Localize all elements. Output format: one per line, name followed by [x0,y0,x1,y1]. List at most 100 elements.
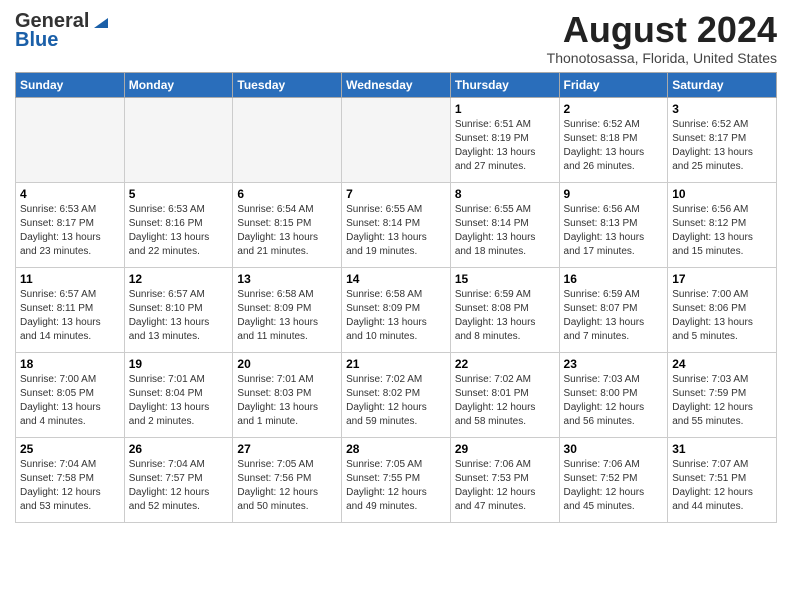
day-info: Sunrise: 7:05 AM Sunset: 7:56 PM Dayligh… [237,458,337,514]
day-number: 10 [672,187,772,201]
calendar-cell: 23 Sunrise: 7:03 AM Sunset: 8:00 PM Dayli… [559,352,668,437]
calendar-cell: 10 Sunrise: 6:56 AM Sunset: 8:12 PM Dayli… [668,182,777,267]
calendar-cell: 15 Sunrise: 6:59 AM Sunset: 8:08 PM Dayli… [450,267,559,352]
day-number: 4 [20,187,120,201]
weekday-header-sunday: Sunday [16,72,125,97]
calendar-cell: 2 Sunrise: 6:52 AM Sunset: 8:18 PM Daylig… [559,97,668,182]
calendar-cell: 11 Sunrise: 6:57 AM Sunset: 8:11 PM Dayli… [16,267,125,352]
day-info: Sunrise: 6:55 AM Sunset: 8:14 PM Dayligh… [346,203,446,259]
calendar-cell: 19Sunrise: 7:01 AM Sunset: 8:04 PM Dayli… [124,352,233,437]
calendar-cell: 29 Sunrise: 7:06 AM Sunset: 7:53 PM Dayli… [450,437,559,522]
day-info: Sunrise: 6:59 AM Sunset: 8:07 PM Dayligh… [564,288,664,344]
day-number: 28 [346,442,446,456]
calendar-cell: 31 Sunrise: 7:07 AM Sunset: 7:51 PM Dayli… [668,437,777,522]
day-info: Sunrise: 6:52 AM Sunset: 8:17 PM Dayligh… [672,118,772,174]
day-number: 26 [129,442,229,456]
day-info: Sunrise: 7:00 AM Sunset: 8:06 PM Dayligh… [672,288,772,344]
day-info: Sunrise: 6:57 AM Sunset: 8:10 PM Dayligh… [129,288,229,344]
day-number: 8 [455,187,555,201]
calendar-cell: 17 Sunrise: 7:00 AM Sunset: 8:06 PM Dayli… [668,267,777,352]
day-info: Sunrise: 6:57 AM Sunset: 8:11 PM Dayligh… [20,288,120,344]
location: Thonotosassa, Florida, United States [547,50,777,66]
weekday-header-monday: Monday [124,72,233,97]
calendar-cell [16,97,125,182]
day-number: 20 [237,357,337,371]
day-info: Sunrise: 7:06 AM Sunset: 7:53 PM Dayligh… [455,458,555,514]
day-number: 24 [672,357,772,371]
calendar-cell: 16 Sunrise: 6:59 AM Sunset: 8:07 PM Dayli… [559,267,668,352]
day-info: Sunrise: 7:01 AM Sunset: 8:03 PM Dayligh… [237,373,337,429]
calendar-cell: 6Sunrise: 6:54 AM Sunset: 8:15 PM Daylig… [233,182,342,267]
day-info: Sunrise: 7:06 AM Sunset: 7:52 PM Dayligh… [564,458,664,514]
week-row-2: 4 Sunrise: 6:53 AM Sunset: 8:17 PM Daylig… [16,182,777,267]
day-number: 15 [455,272,555,286]
day-number: 13 [237,272,337,286]
day-info: Sunrise: 6:55 AM Sunset: 8:14 PM Dayligh… [455,203,555,259]
day-number: 1 [455,102,555,116]
month-year: August 2024 [547,10,777,50]
day-info: Sunrise: 6:58 AM Sunset: 8:09 PM Dayligh… [346,288,446,344]
day-number: 25 [20,442,120,456]
calendar-cell: 4 Sunrise: 6:53 AM Sunset: 8:17 PM Daylig… [16,182,125,267]
day-info: Sunrise: 6:56 AM Sunset: 8:12 PM Dayligh… [672,203,772,259]
day-info: Sunrise: 7:03 AM Sunset: 7:59 PM Dayligh… [672,373,772,429]
calendar-cell: 3 Sunrise: 6:52 AM Sunset: 8:17 PM Daylig… [668,97,777,182]
week-row-3: 11 Sunrise: 6:57 AM Sunset: 8:11 PM Dayli… [16,267,777,352]
calendar-cell: 20 Sunrise: 7:01 AM Sunset: 8:03 PM Dayli… [233,352,342,437]
day-number: 14 [346,272,446,286]
title-block: August 2024 Thonotosassa, Florida, Unite… [547,10,777,66]
logo: General Blue [15,10,108,52]
day-number: 22 [455,357,555,371]
calendar-cell: 25 Sunrise: 7:04 AM Sunset: 7:58 PM Dayli… [16,437,125,522]
day-number: 2 [564,102,664,116]
calendar-cell: 24 Sunrise: 7:03 AM Sunset: 7:59 PM Dayli… [668,352,777,437]
day-number: 12 [129,272,229,286]
week-row-1: 1 Sunrise: 6:51 AM Sunset: 8:19 PM Daylig… [16,97,777,182]
calendar-cell: 5Sunrise: 6:53 AM Sunset: 8:16 PM Daylig… [124,182,233,267]
logo-blue-text: Blue [15,29,58,52]
day-number: 19 [129,357,229,371]
calendar-cell: 1 Sunrise: 6:51 AM Sunset: 8:19 PM Daylig… [450,97,559,182]
calendar-cell: 14 Sunrise: 6:58 AM Sunset: 8:09 PM Dayli… [342,267,451,352]
day-number: 3 [672,102,772,116]
day-number: 31 [672,442,772,456]
day-info: Sunrise: 6:59 AM Sunset: 8:08 PM Dayligh… [455,288,555,344]
calendar-cell: 27 Sunrise: 7:05 AM Sunset: 7:56 PM Dayli… [233,437,342,522]
day-number: 9 [564,187,664,201]
day-info: Sunrise: 6:54 AM Sunset: 8:15 PM Dayligh… [237,203,337,259]
weekday-header-row: SundayMondayTuesdayWednesdayThursdayFrid… [16,72,777,97]
day-number: 29 [455,442,555,456]
day-info: Sunrise: 6:52 AM Sunset: 8:18 PM Dayligh… [564,118,664,174]
day-number: 17 [672,272,772,286]
day-info: Sunrise: 7:07 AM Sunset: 7:51 PM Dayligh… [672,458,772,514]
day-number: 5 [129,187,229,201]
day-info: Sunrise: 6:53 AM Sunset: 8:17 PM Dayligh… [20,203,120,259]
day-info: Sunrise: 7:04 AM Sunset: 7:57 PM Dayligh… [129,458,229,514]
day-info: Sunrise: 7:04 AM Sunset: 7:58 PM Dayligh… [20,458,120,514]
day-number: 7 [346,187,446,201]
calendar-cell: 7 Sunrise: 6:55 AM Sunset: 8:14 PM Daylig… [342,182,451,267]
logo-icon [90,12,108,30]
day-number: 16 [564,272,664,286]
calendar-cell: 12 Sunrise: 6:57 AM Sunset: 8:10 PM Dayli… [124,267,233,352]
day-info: Sunrise: 6:56 AM Sunset: 8:13 PM Dayligh… [564,203,664,259]
weekday-header-thursday: Thursday [450,72,559,97]
day-number: 11 [20,272,120,286]
calendar-cell [233,97,342,182]
day-number: 27 [237,442,337,456]
calendar-cell [342,97,451,182]
calendar-table: SundayMondayTuesdayWednesdayThursdayFrid… [15,72,777,523]
calendar-cell: 26 Sunrise: 7:04 AM Sunset: 7:57 PM Dayli… [124,437,233,522]
calendar-cell [124,97,233,182]
calendar-cell: 28Sunrise: 7:05 AM Sunset: 7:55 PM Dayli… [342,437,451,522]
calendar-cell: 13Sunrise: 6:58 AM Sunset: 8:09 PM Dayli… [233,267,342,352]
day-number: 30 [564,442,664,456]
weekday-header-tuesday: Tuesday [233,72,342,97]
day-info: Sunrise: 7:03 AM Sunset: 8:00 PM Dayligh… [564,373,664,429]
day-info: Sunrise: 6:51 AM Sunset: 8:19 PM Dayligh… [455,118,555,174]
calendar-cell: 8 Sunrise: 6:55 AM Sunset: 8:14 PM Daylig… [450,182,559,267]
calendar-cell: 22Sunrise: 7:02 AM Sunset: 8:01 PM Dayli… [450,352,559,437]
weekday-header-friday: Friday [559,72,668,97]
day-number: 23 [564,357,664,371]
weekday-header-saturday: Saturday [668,72,777,97]
